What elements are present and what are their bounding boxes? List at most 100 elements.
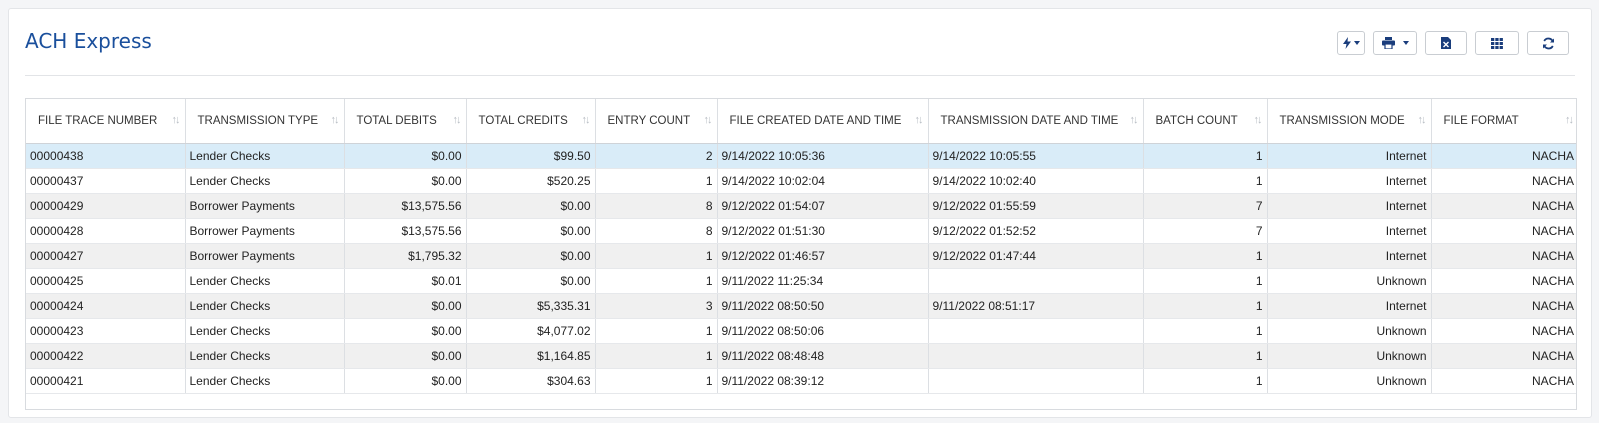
table-row[interactable]: 00000422 Lender Checks $0.00 $1,164.85 1 9/11… — [26, 343, 1576, 369]
toolbar — [1337, 31, 1569, 55]
cell-file-created: 9/11/2022 08:50:06 — [717, 318, 929, 344]
column-header-file-trace-number[interactable]: FILE TRACE NUMBER ↑↓ — [26, 99, 186, 144]
cell-entry-count: 1 — [595, 243, 718, 269]
cell-transmission-date: 9/12/2022 01:55:59 — [928, 193, 1144, 219]
cell-entry-count: 2 — [595, 143, 718, 169]
print-menu-button[interactable] — [1373, 31, 1417, 55]
cell-file-created: 9/14/2022 10:05:36 — [717, 143, 929, 169]
column-chooser-button[interactable] — [1475, 31, 1519, 55]
excel-icon — [1441, 37, 1451, 49]
cell-total-debits: $0.00 — [344, 293, 467, 319]
cell-file-format: NACHA — [1431, 318, 1576, 344]
cell-total-credits: $304.63 — [466, 368, 596, 394]
cell-transmission-mode: Internet — [1267, 243, 1432, 269]
lightning-icon — [1342, 37, 1351, 49]
column-header-label: FILE TRACE NUMBER — [38, 114, 158, 127]
cell-file-format: NACHA — [1431, 293, 1576, 319]
ach-express-panel: ACH Express FILE TRACE NUMBER ↑↓ TRANSMI… — [8, 8, 1592, 418]
cell-transmission-mode: Unknown — [1267, 343, 1432, 369]
ach-files-grid: FILE TRACE NUMBER ↑↓ TRANSMISSION TYPE ↑↓ TO… — [25, 98, 1577, 410]
sort-icon[interactable]: ↑↓ — [1418, 114, 1427, 126]
chevron-down-icon — [1402, 41, 1409, 45]
cell-transmission-date: 9/14/2022 10:02:40 — [928, 168, 1144, 194]
cell-transmission-type: Lender Checks — [185, 293, 345, 319]
sort-icon[interactable]: ↑↓ — [1565, 114, 1574, 126]
column-header-total-credits[interactable]: TOTAL CREDITS ↑↓ — [466, 99, 596, 144]
grid-icon — [1491, 37, 1503, 49]
cell-transmission-date: 9/12/2022 01:52:52 — [928, 218, 1144, 244]
refresh-button[interactable] — [1527, 31, 1569, 55]
sort-icon[interactable]: ↑↓ — [915, 114, 924, 126]
cell-batch-count: 1 — [1143, 268, 1268, 294]
sort-icon[interactable]: ↑↓ — [582, 114, 591, 126]
cell-file-format: NACHA — [1431, 343, 1576, 369]
column-header-label: TRANSMISSION TYPE — [197, 114, 319, 127]
column-header-entry-count[interactable]: ENTRY COUNT ↑↓ — [595, 99, 718, 144]
table-row[interactable]: 00000425 Lender Checks $0.01 $0.00 1 9/11/202… — [26, 268, 1576, 294]
table-row[interactable]: 00000429 Borrower Payments $13,575.56 $0.00… — [26, 193, 1576, 219]
table-row[interactable]: 00000423 Lender Checks $0.00 $4,077.02 1 9/11… — [26, 318, 1576, 344]
cell-total-credits: $0.00 — [466, 218, 596, 244]
column-header-file-format[interactable]: FILE FORMAT ↑↓ — [1431, 99, 1576, 144]
cell-batch-count: 1 — [1143, 318, 1268, 344]
column-header-label: BATCH COUNT — [1155, 114, 1238, 127]
table-row[interactable]: 00000437 Lender Checks $0.00 $520.25 1 9/14/2… — [26, 168, 1576, 194]
column-header-transmission-mode[interactable]: TRANSMISSION MODE ↑↓ — [1267, 99, 1432, 144]
column-header-total-debits[interactable]: TOTAL DEBITS ↑↓ — [344, 99, 467, 144]
cell-transmission-date — [928, 268, 1144, 294]
cell-transmission-date: 9/14/2022 10:05:55 — [928, 143, 1144, 169]
column-header-label: TRANSMISSION DATE AND TIME — [940, 114, 1119, 127]
cell-total-debits: $0.00 — [344, 318, 467, 344]
sort-icon[interactable]: ↑↓ — [704, 114, 713, 126]
column-header-label: FILE FORMAT — [1443, 114, 1519, 127]
cell-total-credits: $0.00 — [466, 268, 596, 294]
export-excel-button[interactable] — [1425, 31, 1467, 55]
cell-file-format: NACHA — [1431, 168, 1576, 194]
table-row[interactable]: 00000424 Lender Checks $0.00 $5,335.31 3 9/11… — [26, 293, 1576, 319]
cell-total-debits: $0.00 — [344, 368, 467, 394]
cell-transmission-type: Lender Checks — [185, 268, 345, 294]
cell-batch-count: 7 — [1143, 193, 1268, 219]
sort-icon[interactable]: ↑↓ — [331, 114, 340, 126]
sort-icon[interactable]: ↑↓ — [1130, 114, 1139, 126]
cell-transmission-type: Lender Checks — [185, 168, 345, 194]
cell-entry-count: 1 — [595, 368, 718, 394]
cell-file-trace-number: 00000423 — [26, 318, 186, 344]
table-row[interactable]: 00000427 Borrower Payments $1,795.32 $0.00 1… — [26, 243, 1576, 269]
actions-menu-button[interactable] — [1337, 31, 1365, 55]
sort-icon[interactable]: ↑↓ — [1254, 114, 1263, 126]
table-row[interactable]: 00000428 Borrower Payments $13,575.56 $0.00… — [26, 218, 1576, 244]
cell-file-created: 9/12/2022 01:46:57 — [717, 243, 929, 269]
cell-file-format: NACHA — [1431, 218, 1576, 244]
cell-file-trace-number: 00000428 — [26, 218, 186, 244]
cell-transmission-mode: Internet — [1267, 293, 1432, 319]
cell-total-credits: $4,077.02 — [466, 318, 596, 344]
cell-entry-count: 1 — [595, 168, 718, 194]
cell-batch-count: 1 — [1143, 343, 1268, 369]
column-header-label: ENTRY COUNT — [607, 114, 691, 127]
cell-file-format: NACHA — [1431, 368, 1576, 394]
column-header-label: TOTAL CREDITS — [478, 114, 568, 127]
cell-file-created: 9/12/2022 01:54:07 — [717, 193, 929, 219]
cell-entry-count: 8 — [595, 193, 718, 219]
cell-total-credits: $5,335.31 — [466, 293, 596, 319]
column-header-batch-count[interactable]: BATCH COUNT ↑↓ — [1143, 99, 1268, 144]
cell-transmission-mode: Unknown — [1267, 368, 1432, 394]
cell-transmission-mode: Unknown — [1267, 318, 1432, 344]
cell-batch-count: 1 — [1143, 168, 1268, 194]
cell-batch-count: 7 — [1143, 218, 1268, 244]
column-header-transmission-type[interactable]: TRANSMISSION TYPE ↑↓ — [185, 99, 345, 144]
cell-total-credits: $1,164.85 — [466, 343, 596, 369]
cell-transmission-mode: Unknown — [1267, 268, 1432, 294]
sort-icon[interactable]: ↑↓ — [453, 114, 462, 126]
cell-file-created: 9/11/2022 11:25:34 — [717, 268, 929, 294]
page-title: ACH Express — [25, 29, 152, 53]
sort-icon[interactable]: ↑↓ — [172, 114, 181, 126]
table-row[interactable]: 00000438 Lender Checks $0.00 $99.50 2 9/14/20… — [26, 143, 1576, 169]
column-header-transmission-date[interactable]: TRANSMISSION DATE AND TIME ↑↓ — [928, 99, 1144, 144]
column-header-label: TRANSMISSION MODE — [1279, 114, 1405, 127]
column-header-file-created[interactable]: FILE CREATED DATE AND TIME ↑↓ — [717, 99, 929, 144]
cell-total-debits: $0.01 — [344, 268, 467, 294]
table-row[interactable]: 00000421 Lender Checks $0.00 $304.63 1 9/11/2… — [26, 368, 1576, 394]
cell-total-credits: $0.00 — [466, 243, 596, 269]
